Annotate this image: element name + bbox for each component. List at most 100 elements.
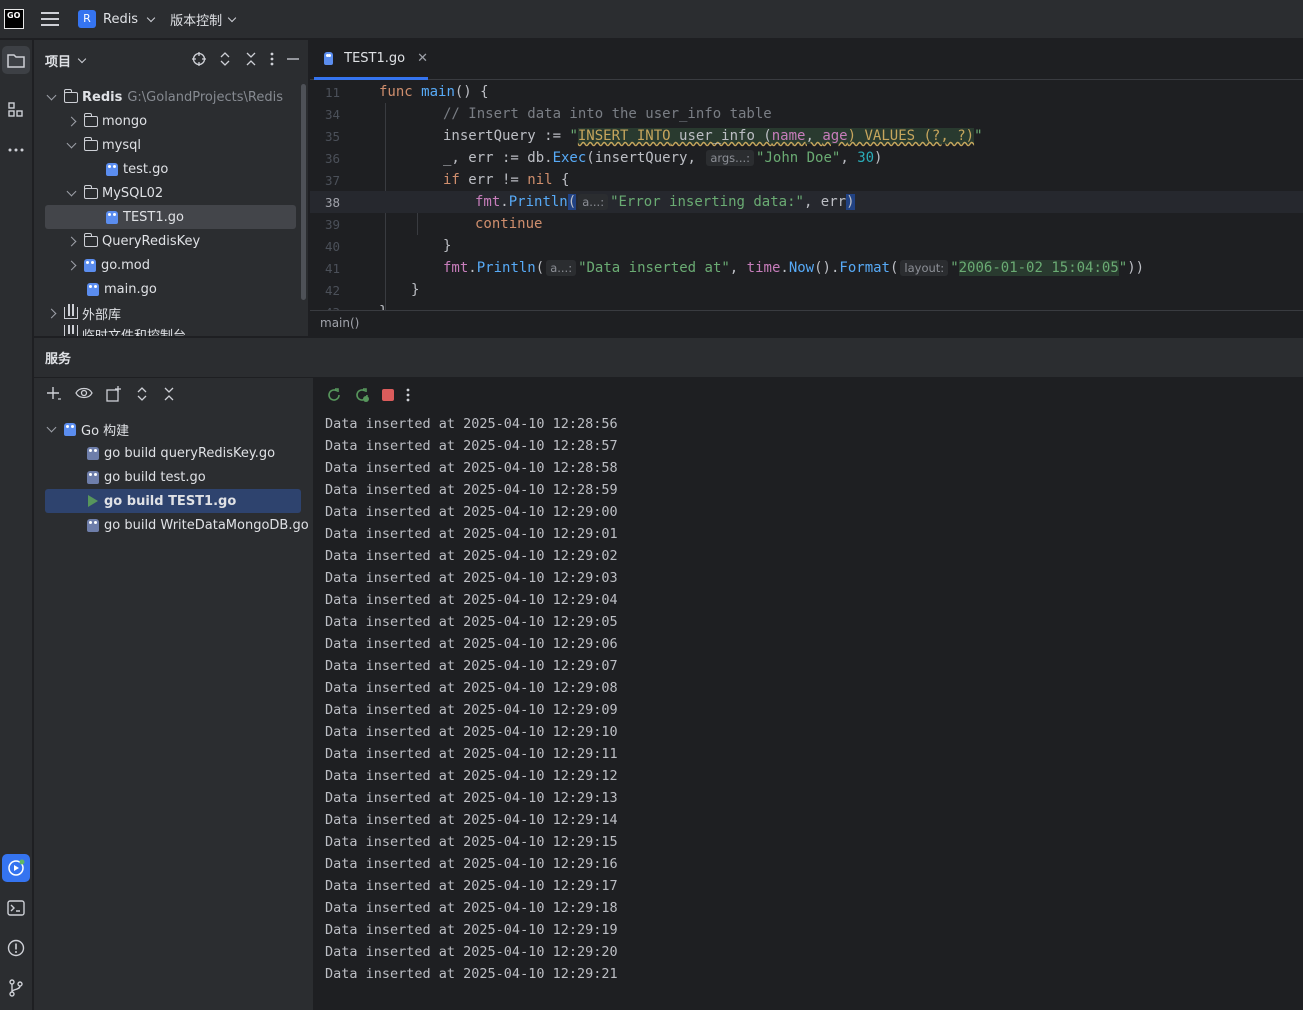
code-line: 11 func main() { [324, 84, 489, 100]
options-icon[interactable] [270, 52, 274, 66]
console-line: Data inserted at 2025-04-10 12:29:18 [325, 900, 618, 916]
project-panel-title[interactable]: 项目 [45, 51, 71, 70]
tree-item-scratches[interactable]: 临时文件和控制台 [48, 325, 186, 336]
stop-icon[interactable] [382, 389, 394, 401]
services-tool-button[interactable] [2, 854, 30, 882]
go-file-icon [106, 162, 118, 176]
go-file-icon [324, 52, 334, 65]
code-line: 43 } [310, 301, 1303, 310]
problems-tool-button[interactable] [2, 934, 30, 962]
console-line: Data inserted at 2025-04-10 12:29:08 [325, 680, 618, 696]
vcs-menu[interactable]: 版本控制 [170, 10, 237, 29]
code-line: 34 // Insert data into the user_info tab… [324, 106, 772, 122]
rerun-failed-icon[interactable] [354, 387, 370, 403]
service-group-go-build[interactable]: Go 构建 [46, 417, 130, 441]
console-line: Data inserted at 2025-04-10 12:29:19 [325, 922, 618, 938]
tree-item-redis[interactable]: Redis G:\GolandProjects\Redis [46, 85, 283, 109]
project-switcher[interactable]: R Redis [72, 6, 160, 32]
eye-icon[interactable] [75, 386, 93, 400]
git-tool-button[interactable] [2, 974, 30, 1002]
console-line: Data inserted at 2025-04-10 12:29:00 [325, 504, 618, 520]
new-tab-icon[interactable] [106, 386, 122, 402]
service-item[interactable]: go build test.go [87, 465, 206, 489]
console-line: Data inserted at 2025-04-10 12:29:15 [325, 834, 618, 850]
tree-item-mysql02[interactable]: MySQL02 [66, 181, 163, 205]
service-item[interactable]: go build queryRedisKey.go [87, 441, 275, 465]
console-line: Data inserted at 2025-04-10 12:29:01 [325, 526, 618, 542]
terminal-icon [7, 900, 25, 916]
running-icon [88, 495, 98, 507]
chevron-right-icon[interactable] [66, 236, 77, 246]
go-build-icon [64, 422, 76, 436]
terminal-tool-button[interactable] [2, 894, 30, 922]
tree-item-test1-go[interactable]: TEST1.go [45, 205, 296, 229]
go-build-config-icon [87, 518, 99, 532]
expand-all-icon[interactable] [135, 386, 149, 402]
problems-icon [7, 939, 25, 957]
vcs-label: 版本控制 [170, 13, 223, 29]
collapse-all-icon[interactable] [162, 386, 176, 402]
go-file-icon [106, 210, 118, 224]
service-label: go build WriteDataMongoDB.go [104, 517, 309, 533]
services-panel-title: 服务 [45, 352, 72, 367]
more-icon [8, 148, 24, 152]
service-item-selected[interactable]: go build TEST1.go [45, 489, 301, 513]
run-console: Data inserted at 2025-04-10 12:28:56 Data… [314, 378, 1303, 1010]
tree-item-queryrediskey[interactable]: QueryRedisKey [66, 229, 200, 253]
more-tools-button[interactable] [2, 136, 30, 164]
add-service-icon[interactable] [46, 386, 62, 402]
hamburger-menu-icon[interactable] [41, 12, 59, 26]
collapse-all-icon[interactable] [244, 52, 258, 66]
tree-item-label: TEST1.go [123, 209, 184, 225]
service-label: go build TEST1.go [104, 493, 237, 509]
code-line: 37 if err != nil { [324, 172, 570, 188]
folder-icon [7, 54, 25, 68]
service-item[interactable]: go build WriteDataMongoDB.go [87, 513, 309, 537]
title-bar: GO R Redis 版本控制 [0, 0, 1303, 39]
options-icon[interactable] [406, 388, 410, 402]
code-area[interactable]: 11 func main() { 34 // Insert data into … [310, 81, 1303, 310]
tree-item-main-go[interactable]: main.go [87, 277, 157, 301]
breadcrumb[interactable]: main() [320, 316, 359, 330]
expand-all-icon[interactable] [218, 52, 232, 66]
console-line: Data inserted at 2025-04-10 12:28:56 [325, 416, 618, 432]
code-editor: TEST1.go ✕ 11 func main() { 34 // Insert… [309, 40, 1303, 336]
code-line: 42 } [324, 282, 420, 298]
close-icon[interactable]: ✕ [417, 51, 428, 66]
tree-item-test-go[interactable]: test.go [106, 157, 168, 181]
chevron-down-icon[interactable] [46, 90, 57, 100]
service-label: Go 构建 [81, 423, 130, 439]
editor-footer [310, 310, 1303, 336]
locate-icon[interactable] [192, 52, 206, 66]
project-panel-header: 项目 [34, 40, 308, 80]
parameter-hint: layout: [900, 260, 949, 276]
code-line-current: 38 fmt.Println(a...: "Error inserting dat… [310, 191, 1303, 213]
rerun-icon[interactable] [326, 387, 342, 403]
chevron-right-icon[interactable] [66, 260, 77, 270]
tree-item-go-mod[interactable]: go.mod [66, 253, 150, 277]
tree-item-mysql[interactable]: mysql [66, 133, 141, 157]
chevron-right-icon[interactable] [46, 308, 57, 318]
go-mod-icon [84, 258, 96, 272]
service-label: go build queryRedisKey.go [104, 445, 276, 461]
project-panel: 项目 Redis G:\GolandProjects\Redis mongo m… [34, 40, 308, 336]
chevron-right-icon[interactable] [66, 116, 77, 126]
structure-tool-button[interactable] [2, 96, 30, 124]
tree-item-external-libs[interactable]: 外部库 [46, 301, 121, 325]
goland-logo-icon: GO [4, 9, 24, 29]
chevron-down-icon[interactable] [46, 422, 57, 432]
console-line: Data inserted at 2025-04-10 12:29:03 [325, 570, 618, 586]
chevron-down-icon[interactable] [66, 186, 77, 196]
console-line: Data inserted at 2025-04-10 12:29:04 [325, 592, 618, 608]
tab-test1-go[interactable]: TEST1.go ✕ [314, 40, 428, 80]
services-panel-header: 服务 [34, 337, 1303, 377]
console-line: Data inserted at 2025-04-10 12:29:21 [325, 966, 618, 982]
chevron-down-icon[interactable] [66, 138, 77, 148]
hide-panel-icon[interactable] [286, 52, 300, 66]
folder-icon [83, 136, 98, 151]
chevron-down-icon[interactable] [77, 54, 87, 63]
tree-item-mongo[interactable]: mongo [66, 109, 147, 133]
folder-icon [83, 112, 98, 127]
project-tool-button[interactable] [2, 46, 30, 74]
project-scrollbar[interactable] [301, 84, 306, 300]
